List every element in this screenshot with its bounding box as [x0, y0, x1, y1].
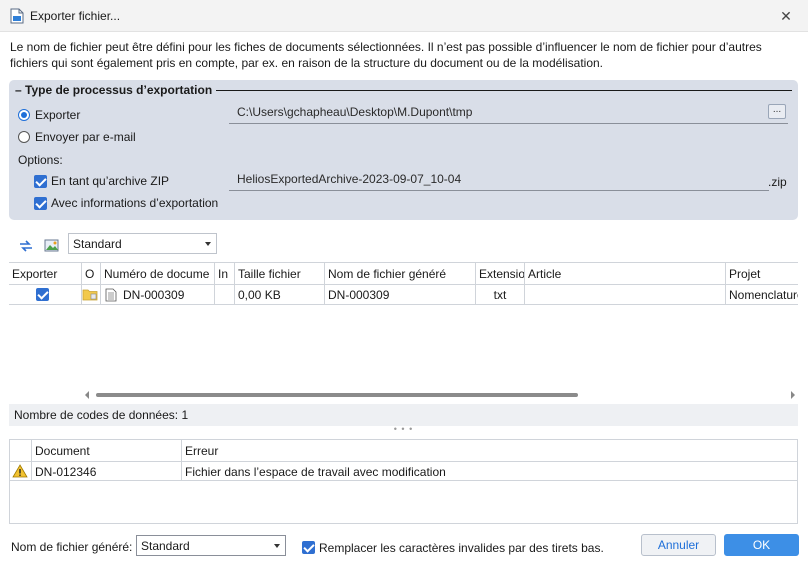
- gen-name-select-value: Standard: [141, 539, 190, 553]
- document-icon: [105, 288, 117, 302]
- zip-archive-checkbox[interactable]: [34, 175, 47, 188]
- radio-export[interactable]: [18, 109, 30, 121]
- grid-toolbar: Standard: [9, 231, 798, 261]
- col-exporter[interactable]: Exporter: [9, 263, 82, 285]
- row-doc-number: DN-000309: [123, 288, 185, 302]
- col-article[interactable]: Article: [525, 263, 726, 285]
- gen-name-select[interactable]: Standard: [136, 535, 286, 556]
- errors-grid: Document Erreur DN-012346 Fichier dans l…: [9, 439, 798, 524]
- radio-email-label: Envoyer par e-mail: [35, 130, 136, 144]
- view-select[interactable]: Standard: [68, 233, 217, 254]
- warning-icon: [12, 464, 28, 478]
- row-article: [525, 285, 726, 305]
- row-extension: txt: [476, 285, 525, 305]
- col-doc-number[interactable]: Numéro de docume: [101, 263, 215, 285]
- zip-name-field[interactable]: HeliosExportedArchive-2023-09-07_10-04: [229, 168, 769, 191]
- chevron-down-icon: [205, 242, 211, 246]
- grid-header: Exporter O Numéro de docume In Taille fi…: [9, 263, 798, 285]
- ok-button[interactable]: OK: [724, 534, 799, 556]
- browse-button[interactable]: ...: [768, 104, 786, 119]
- row-in: [215, 285, 235, 305]
- error-document: DN-012346: [32, 462, 182, 481]
- folder-icon: [82, 289, 98, 301]
- export-info-checkbox[interactable]: [34, 197, 47, 210]
- table-row[interactable]: DN-000309 0,00 KB DN-000309 txt Nomencla…: [9, 285, 798, 305]
- scroll-left-icon[interactable]: [85, 391, 89, 399]
- document-export-icon: [10, 8, 24, 24]
- options-label: Options:: [18, 153, 63, 167]
- col-error[interactable]: Erreur: [182, 440, 797, 462]
- panel-splitter[interactable]: • • •: [9, 425, 798, 436]
- errors-header: Document Erreur: [10, 440, 797, 462]
- row-size: 0,00 KB: [235, 285, 325, 305]
- col-gen-name[interactable]: Nom de fichier généré: [325, 263, 476, 285]
- close-button[interactable]: ✕: [772, 4, 800, 28]
- view-select-value: Standard: [73, 237, 122, 251]
- zip-extension: .zip: [768, 175, 787, 189]
- close-icon: ✕: [780, 7, 792, 24]
- col-document[interactable]: Document: [32, 440, 182, 462]
- scroll-right-icon[interactable]: [791, 391, 795, 399]
- zip-archive-label: En tant qu’archive ZIP: [51, 174, 170, 188]
- replace-invalid-label: Remplacer les caractères invalides par d…: [319, 541, 604, 555]
- refresh-icon[interactable]: [17, 237, 35, 255]
- group-dash: –: [15, 83, 26, 97]
- group-title: Type de processus d’exportation: [25, 83, 213, 97]
- replace-invalid-checkbox[interactable]: [302, 541, 315, 554]
- radio-export-label: Exporter: [35, 108, 81, 122]
- export-info-label: Avec informations d’exportation: [51, 196, 219, 210]
- cancel-button[interactable]: Annuler: [641, 534, 716, 556]
- col-o[interactable]: O: [82, 263, 101, 285]
- col-in[interactable]: In: [215, 263, 235, 285]
- documents-grid: Exporter O Numéro de docume In Taille fi…: [9, 262, 798, 402]
- record-count: Nombre de codes de données: 1: [9, 404, 798, 426]
- title-bar: Exporter fichier... ✕: [0, 0, 808, 32]
- col-project[interactable]: Projet: [726, 263, 798, 285]
- radio-email[interactable]: [18, 131, 30, 143]
- scrollbar-thumb[interactable]: [96, 393, 578, 397]
- col-extension[interactable]: Extensio: [476, 263, 525, 285]
- chevron-down-icon: [274, 544, 280, 548]
- row-gen-name[interactable]: DN-000309: [325, 285, 476, 305]
- error-message: Fichier dans l’espace de travail avec mo…: [185, 465, 446, 479]
- error-row[interactable]: DN-012346 Fichier dans l’espace de trava…: [10, 462, 797, 481]
- row-project: Nomenclature: [729, 288, 798, 302]
- window-title: Exporter fichier...: [30, 9, 121, 23]
- export-path-field[interactable]: C:\Users\gchapheau\Desktop\M.Dupont\tmp: [229, 101, 788, 124]
- gen-name-label: Nom de fichier généré:: [11, 540, 133, 554]
- horizontal-scrollbar[interactable]: [83, 389, 797, 401]
- image-export-icon[interactable]: [43, 237, 61, 255]
- info-text: Le nom de fichier peut être défini pour …: [10, 40, 762, 70]
- row-export-checkbox[interactable]: [36, 288, 49, 301]
- col-size[interactable]: Taille fichier: [235, 263, 325, 285]
